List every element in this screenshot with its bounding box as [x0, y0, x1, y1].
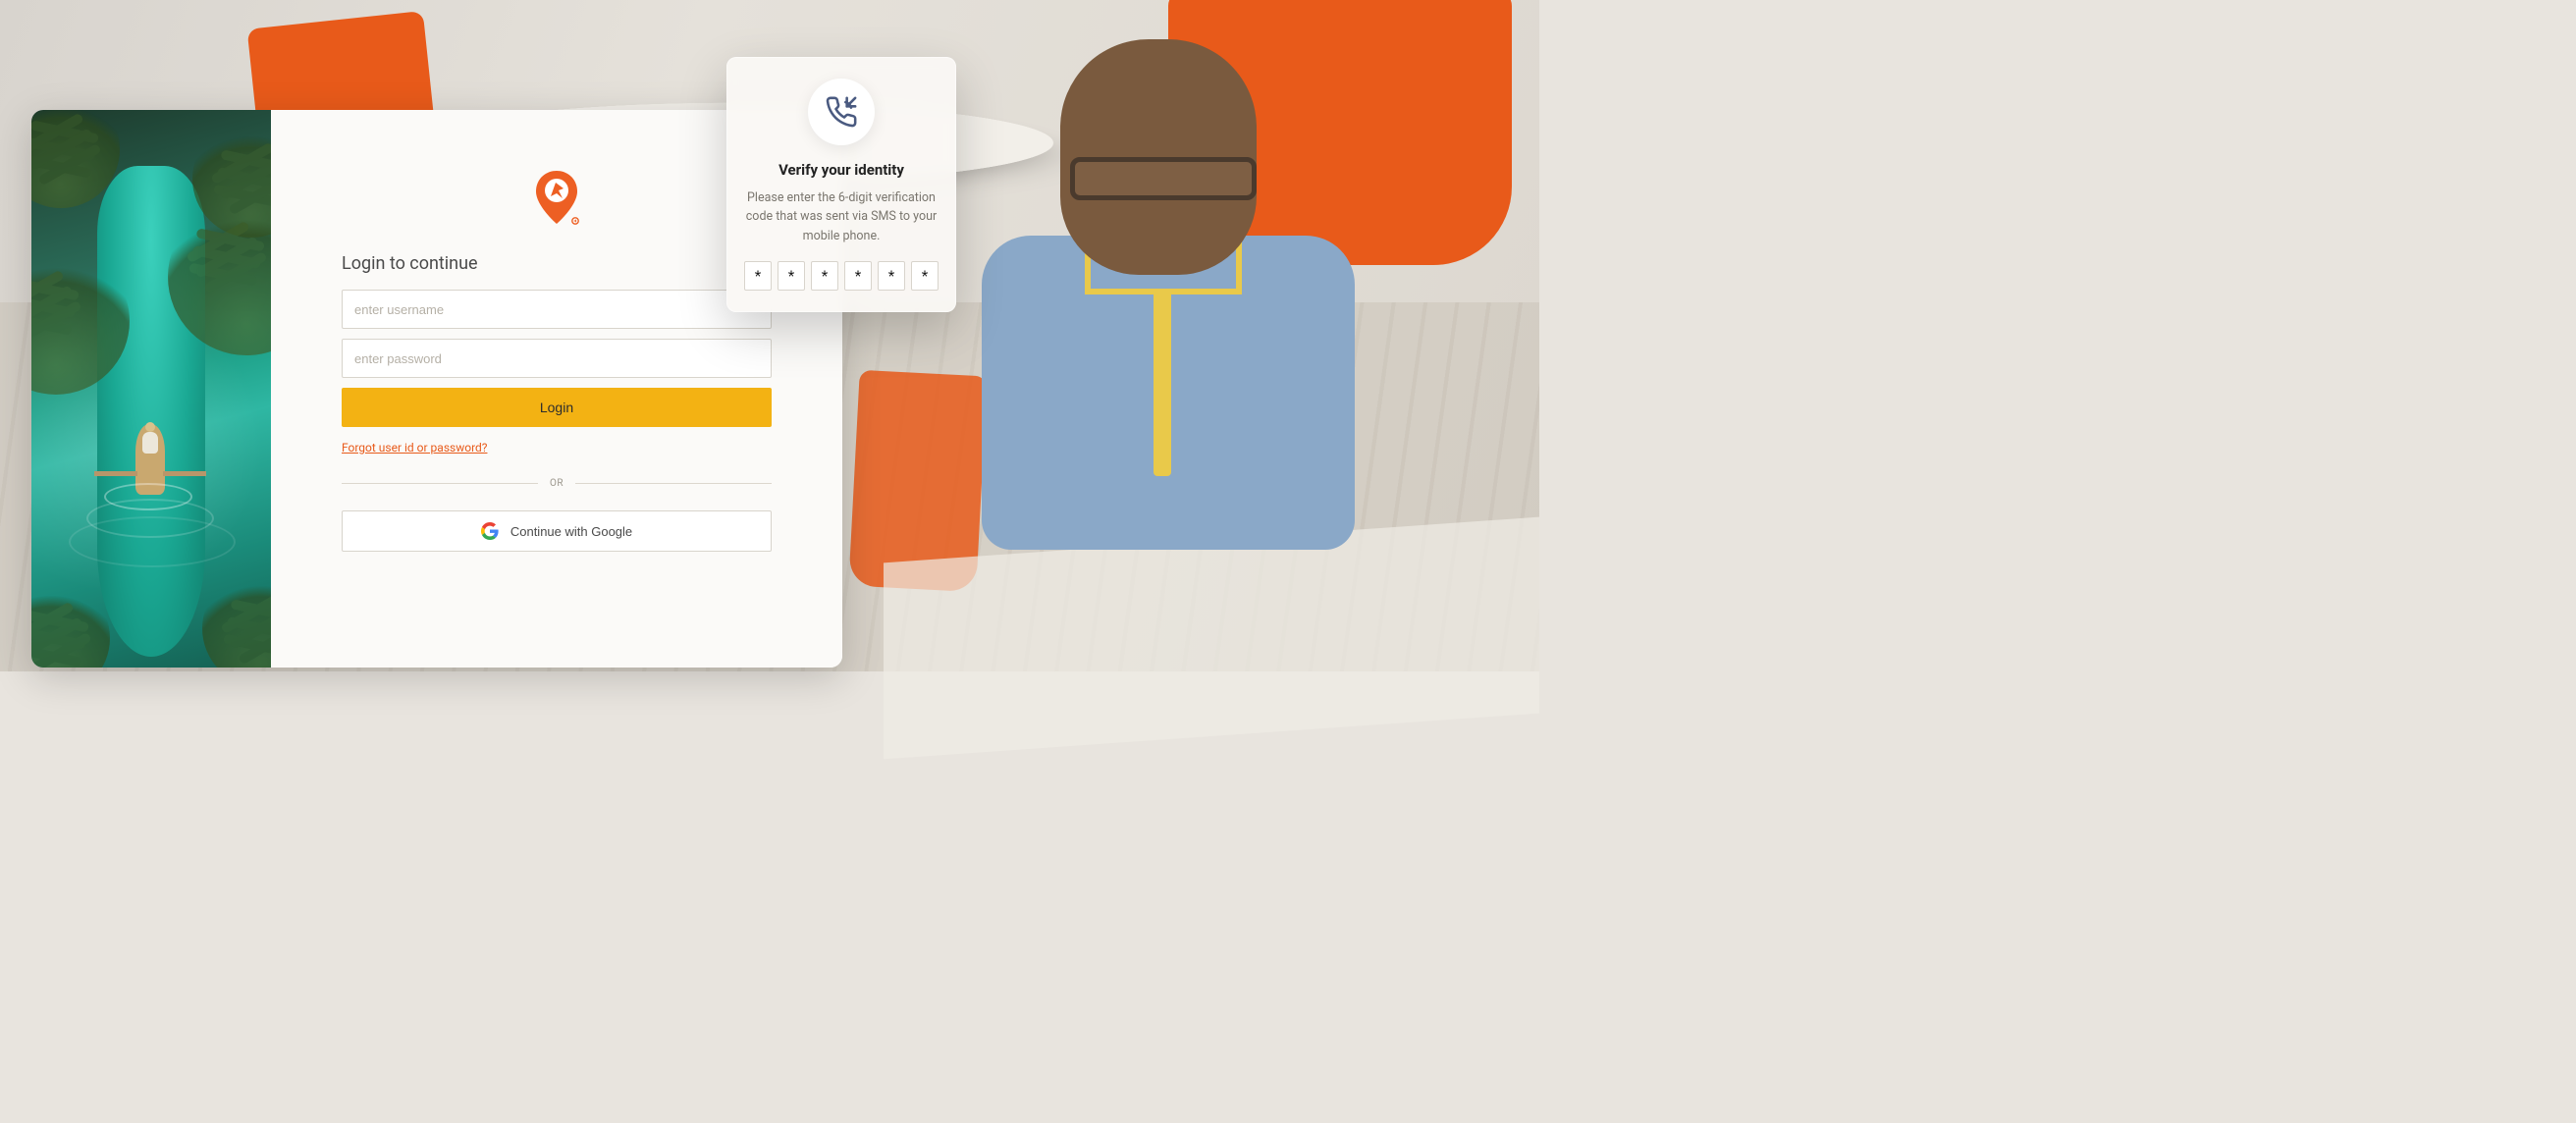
code-digit-4[interactable]: [844, 261, 872, 291]
code-input-row: [744, 261, 939, 291]
verify-identity-card: Verify your identity Please enter the 6-…: [726, 57, 956, 312]
code-digit-5[interactable]: [878, 261, 905, 291]
login-hero-image: [31, 110, 271, 668]
google-icon: [481, 522, 499, 540]
phone-incoming-icon: [808, 79, 875, 145]
code-digit-6[interactable]: [911, 261, 939, 291]
google-button-label: Continue with Google: [510, 524, 632, 539]
divider-label: OR: [550, 478, 564, 489]
continue-with-google-button[interactable]: Continue with Google: [342, 510, 772, 552]
divider: OR: [342, 478, 772, 489]
login-title: Login to continue: [342, 253, 772, 274]
divider-line: [575, 483, 772, 484]
code-digit-1[interactable]: [744, 261, 772, 291]
password-input[interactable]: [342, 339, 772, 378]
divider-line: [342, 483, 538, 484]
username-input[interactable]: [342, 290, 772, 329]
forgot-password-link[interactable]: Forgot user id or password?: [342, 441, 487, 455]
verify-description: Please enter the 6-digit verification co…: [744, 188, 939, 245]
bg-person: [942, 39, 1453, 668]
code-digit-3[interactable]: [811, 261, 838, 291]
code-digit-2[interactable]: [778, 261, 805, 291]
login-button[interactable]: Login: [342, 388, 772, 427]
login-card: Login to continue Login Forgot user id o…: [31, 110, 842, 668]
verify-title: Verify your identity: [778, 161, 904, 179]
brand-logo: [532, 169, 581, 232]
